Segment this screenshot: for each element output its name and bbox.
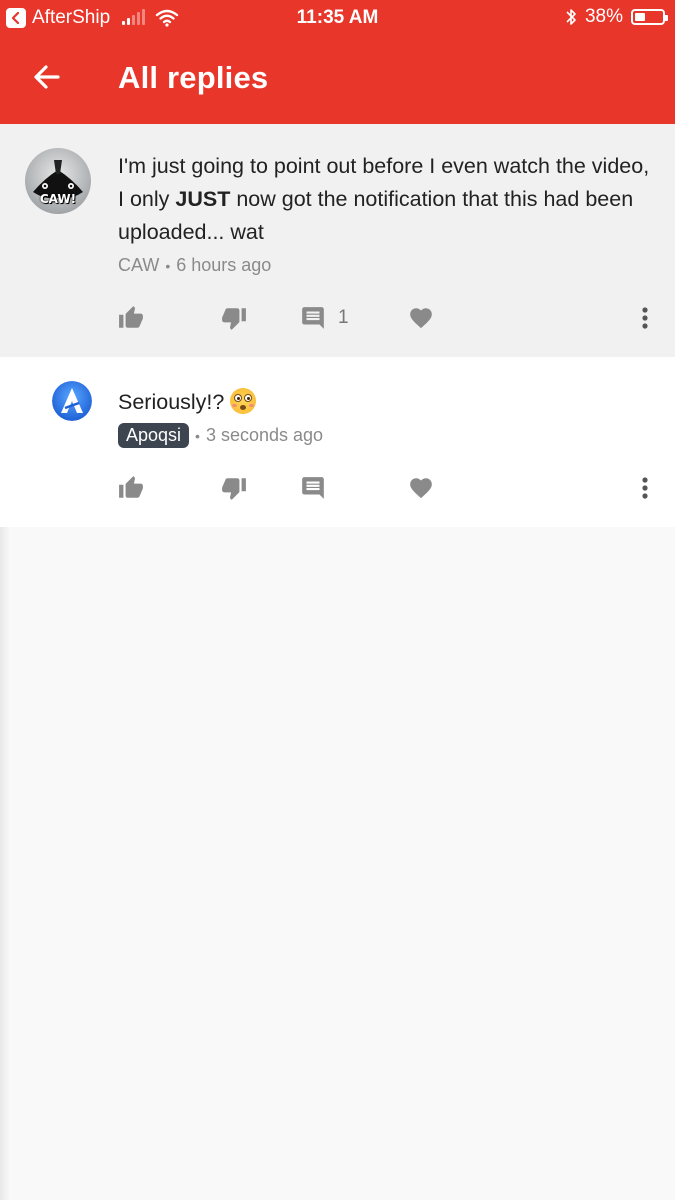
comment-time: 3 seconds ago bbox=[205, 425, 324, 445]
parent-comment: CAW! I'm just going to point out before … bbox=[0, 124, 675, 357]
reply-comment: Seriously!? Apoqsi • 3 seconds ago bbox=[0, 357, 675, 527]
more-options-button[interactable] bbox=[634, 303, 656, 333]
arrow-left-icon[interactable] bbox=[30, 60, 64, 94]
thumb-down-icon bbox=[222, 308, 246, 330]
comment-meta: Apoqsi • 3 seconds ago bbox=[118, 423, 323, 448]
page-title: All replies bbox=[118, 60, 269, 95]
avatar[interactable] bbox=[52, 381, 92, 421]
dislike-button[interactable] bbox=[221, 473, 247, 503]
comment-text: Seriously!? bbox=[118, 386, 257, 419]
heart-button[interactable] bbox=[408, 473, 434, 503]
battery-icon bbox=[631, 9, 668, 25]
reply-count: 1 bbox=[338, 307, 349, 328]
comment-actions bbox=[0, 473, 675, 503]
heart-icon bbox=[410, 308, 432, 329]
avatar-caption: CAW! bbox=[39, 192, 77, 206]
author-badge[interactable]: Apoqsi bbox=[118, 423, 190, 448]
reply-comment-icon bbox=[302, 477, 324, 499]
status-bar: AfterShip 11:35 AM 38% bbox=[0, 0, 675, 36]
meta-separator: • bbox=[195, 427, 200, 444]
heart-icon bbox=[410, 478, 432, 499]
thumb-up-icon bbox=[119, 476, 143, 498]
dislike-button[interactable] bbox=[221, 303, 247, 333]
reply-comment-icon bbox=[302, 307, 324, 329]
comment-meta: CAW • 6 hours ago bbox=[118, 255, 271, 276]
comment-time: 6 hours ago bbox=[176, 255, 272, 275]
flushed-face-emoji bbox=[230, 388, 257, 414]
battery-percent: 38% bbox=[584, 6, 623, 27]
heart-button[interactable] bbox=[408, 303, 434, 333]
like-button[interactable] bbox=[118, 473, 144, 503]
avatar[interactable]: CAW! bbox=[25, 148, 91, 214]
comment-text-part: Seriously!? bbox=[118, 390, 225, 414]
app-bar: All replies bbox=[0, 36, 675, 124]
reply-button[interactable] bbox=[300, 473, 326, 503]
more-vert-icon bbox=[642, 477, 648, 499]
thumb-up-icon bbox=[119, 306, 143, 328]
reply-button[interactable]: 1 bbox=[300, 303, 349, 333]
top-bar: AfterShip 11:35 AM 38% All replies bbox=[0, 0, 675, 124]
status-right: 38% bbox=[565, 6, 668, 28]
apoqsi-avatar-image bbox=[52, 381, 92, 421]
comment-text-bold: JUST bbox=[175, 187, 231, 211]
comment-text: I'm just going to point out before I eve… bbox=[118, 150, 658, 249]
comment-actions: 1 bbox=[0, 303, 675, 333]
bluetooth-icon bbox=[566, 9, 576, 25]
more-vert-icon bbox=[642, 307, 648, 329]
like-button[interactable] bbox=[118, 303, 144, 333]
meta-separator: • bbox=[165, 257, 171, 274]
thumb-down-icon bbox=[222, 478, 246, 500]
comment-author[interactable]: CAW bbox=[118, 255, 159, 276]
more-options-button[interactable] bbox=[634, 473, 656, 503]
